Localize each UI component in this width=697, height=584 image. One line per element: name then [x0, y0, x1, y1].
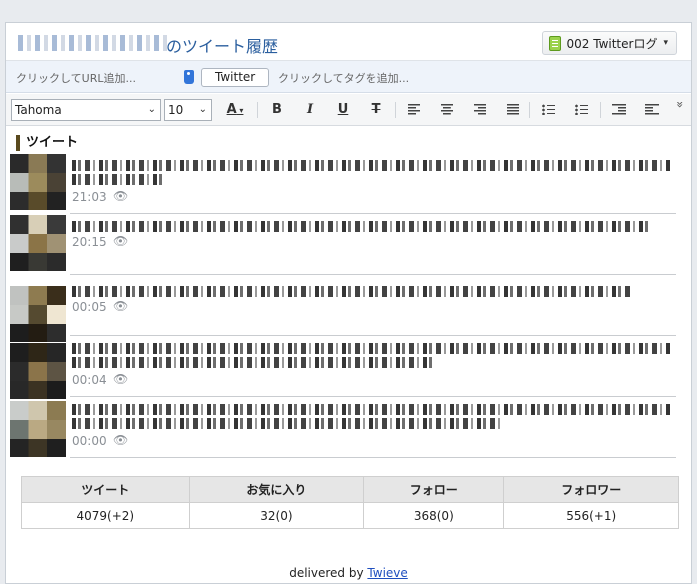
add-url-link[interactable]: クリックしてURL追加... [16, 70, 136, 86]
tweet-item: 21:03 👁 [10, 154, 676, 214]
notebook-icon [548, 35, 561, 51]
tweet-divider [70, 457, 676, 458]
delivered-by: delivered by Twieve [6, 566, 691, 580]
tweet-divider [70, 274, 676, 275]
twieve-link[interactable]: Twieve [367, 566, 407, 580]
redacted-tweet-text [72, 404, 672, 415]
eye-icon[interactable]: 👁 [113, 189, 128, 203]
tweet-divider [70, 396, 676, 397]
more-tools-icon[interactable]: » [673, 101, 687, 108]
avatar [10, 401, 66, 457]
align-right-icon[interactable] [474, 104, 486, 115]
stats-value: 32(0) [188, 502, 365, 529]
toolbar-divider [395, 102, 396, 118]
tweet-item: 00:05 👁 [10, 276, 676, 342]
font-size-value: 10 [168, 103, 184, 117]
stats-header: ツイート [21, 476, 190, 503]
chevron-down-icon: ▾ [663, 38, 668, 48]
stats-value: 368(0) [363, 502, 505, 529]
tag-chip-twitter[interactable]: Twitter [201, 68, 270, 87]
font-color-button[interactable]: A ▾ [219, 100, 251, 120]
eye-icon[interactable]: 👁 [113, 372, 128, 386]
tweet-item: 00:00 👁 [10, 398, 676, 458]
tweet-time: 00:00 [72, 434, 107, 448]
title-bar: のツイート履歴 002 Twitterログ ▾ [6, 23, 691, 61]
avatar [10, 154, 66, 210]
redacted-tweet-text [72, 174, 162, 185]
note-body[interactable]: ツイート 21:03 👁 20:15 👁 00:05 👁 00:04 👁 00:… [6, 127, 691, 583]
tweet-time: 00:04 [72, 373, 107, 387]
stats-value: 556(+1) [503, 502, 679, 529]
notebook-label: 002 Twitterログ [566, 36, 658, 51]
toolbar-divider [600, 102, 601, 118]
redacted-username [18, 35, 168, 51]
stats-header-row: ツイート お気に入り フォロー フォロワー [21, 476, 679, 503]
tweet-time: 21:03 [72, 190, 107, 204]
strikethrough-button[interactable]: T [365, 100, 387, 120]
tweet-time: 20:15 [72, 235, 107, 249]
url-tag-bar: クリックしてURL追加... Twitter クリックしてタグを追加... [6, 61, 691, 93]
tweet-item: 00:04 👁 [10, 337, 676, 399]
note-title[interactable]: のツイート履歴 [166, 33, 278, 57]
notebook-selector[interactable]: 002 Twitterログ ▾ [541, 31, 677, 55]
tweet-divider [70, 213, 676, 214]
redacted-tweet-text [72, 418, 502, 429]
bold-button[interactable]: B [266, 100, 288, 120]
toolbar-divider [529, 102, 530, 118]
italic-button[interactable]: I [299, 100, 321, 120]
align-justify-icon[interactable] [507, 104, 519, 115]
tweet-item: 20:15 👁 [10, 215, 676, 275]
stats-header: フォロワー [503, 476, 679, 503]
align-center-icon[interactable] [441, 104, 453, 115]
section-heading: ツイート [16, 135, 78, 151]
stats-table: ツイート お気に入り フォロー フォロワー 4079(+2) 32(0) 368… [21, 476, 679, 529]
font-size-select[interactable]: 10 ⌄ [164, 99, 212, 121]
redacted-tweet-text [72, 286, 632, 297]
indent-icon[interactable] [645, 104, 659, 115]
font-color-icon: A [226, 102, 237, 117]
stats-header: お気に入り [188, 476, 365, 503]
note-window: のツイート履歴 002 Twitterログ ▾ クリックしてURL追加... T… [5, 22, 692, 584]
redacted-tweet-text [72, 221, 652, 232]
font-family-select[interactable]: Tahoma ⌄ [11, 99, 161, 121]
avatar [10, 286, 66, 342]
redacted-tweet-text [72, 160, 672, 171]
redacted-tweet-text [72, 343, 672, 354]
toolbar-divider [257, 102, 258, 118]
avatar [10, 215, 66, 271]
tweet-divider [70, 335, 676, 336]
stats-value: 4079(+2) [21, 502, 190, 529]
stats-header: フォロー [363, 476, 505, 503]
redacted-tweet-text [72, 357, 432, 368]
format-toolbar: Tahoma ⌄ 10 ⌄ A ▾ B I U T » [6, 94, 691, 126]
eye-icon[interactable]: 👁 [113, 433, 128, 447]
tag-icon [184, 70, 194, 84]
align-left-icon[interactable] [408, 104, 420, 115]
eye-icon[interactable]: 👁 [113, 299, 128, 313]
bullet-list-icon[interactable] [542, 104, 555, 115]
eye-icon[interactable]: 👁 [113, 234, 128, 248]
numbered-list-icon[interactable] [575, 104, 588, 115]
stats-value-row: 4079(+2) 32(0) 368(0) 556(+1) [21, 502, 679, 529]
delivered-prefix: delivered by [289, 566, 364, 580]
chevron-down-icon: ⌄ [198, 104, 207, 115]
tweet-time: 00:05 [72, 300, 107, 314]
outdent-icon[interactable] [612, 104, 626, 115]
chevron-down-icon: ⌄ [147, 104, 156, 115]
font-family-value: Tahoma [15, 103, 62, 117]
add-tag-link[interactable]: クリックしてタグを追加... [278, 70, 409, 86]
avatar [10, 343, 66, 399]
underline-button[interactable]: U [332, 100, 354, 120]
